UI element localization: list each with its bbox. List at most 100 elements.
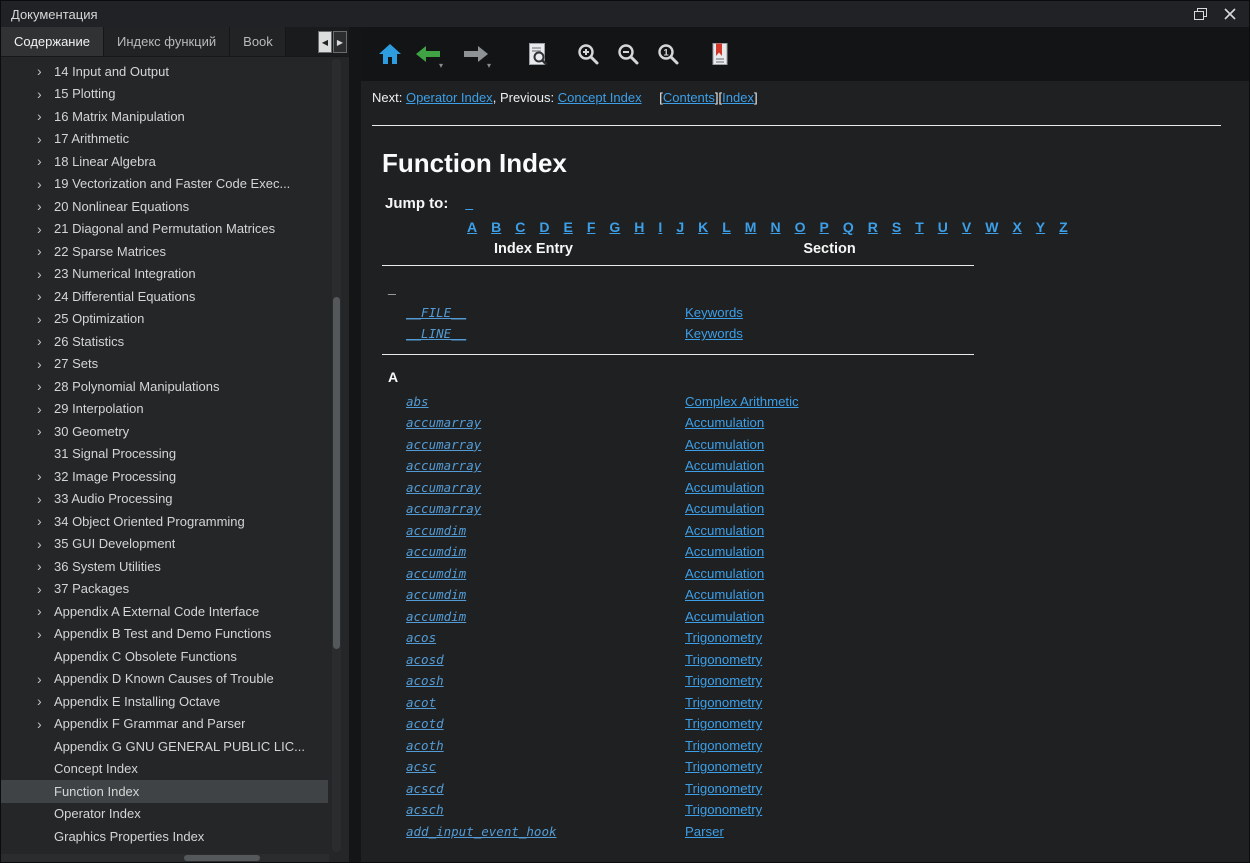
next-link[interactable]: Operator Index: [406, 90, 493, 105]
jump-letter-link[interactable]: E: [564, 219, 573, 235]
section-link[interactable]: Accumulation: [685, 437, 764, 452]
chevron-right-icon[interactable]: ›: [37, 267, 54, 281]
section-link[interactable]: Accumulation: [685, 566, 764, 581]
jump-letter-link[interactable]: F: [587, 219, 596, 235]
sidebar-item[interactable]: Appendix G GNU GENERAL PUBLIC LIC...: [1, 735, 328, 758]
jump-letter-link[interactable]: A: [467, 219, 477, 235]
sidebar-item[interactable]: ›32 Image Processing: [1, 465, 328, 488]
function-link[interactable]: acot: [406, 695, 436, 710]
sidebar-item[interactable]: ›23 Numerical Integration: [1, 263, 328, 286]
chevron-right-icon[interactable]: ›: [37, 244, 54, 258]
bookmark-button[interactable]: [703, 37, 737, 71]
jump-letter-link[interactable]: R: [868, 219, 878, 235]
sidebar-item[interactable]: Operator Index: [1, 803, 328, 826]
jump-letter-link[interactable]: M: [745, 219, 757, 235]
chevron-right-icon[interactable]: ›: [37, 604, 54, 618]
zoom-in-button[interactable]: [571, 37, 605, 71]
jump-letter-underscore-link[interactable]: _: [465, 195, 473, 211]
sidebar-item[interactable]: ›14 Input and Output: [1, 60, 328, 83]
jump-letter-link[interactable]: K: [698, 219, 708, 235]
chevron-right-icon[interactable]: ›: [37, 717, 54, 731]
chevron-right-icon[interactable]: ›: [37, 514, 54, 528]
sidebar-item[interactable]: ›Appendix A External Code Interface: [1, 600, 328, 623]
zoom-original-button[interactable]: 1: [651, 37, 685, 71]
section-link[interactable]: Accumulation: [685, 587, 764, 602]
chevron-right-icon[interactable]: ›: [37, 64, 54, 78]
sidebar-item[interactable]: ›Appendix B Test and Demo Functions: [1, 623, 328, 646]
section-link[interactable]: Accumulation: [685, 415, 764, 430]
function-link[interactable]: add_input_event_hook: [406, 824, 557, 839]
sidebar-item[interactable]: ›37 Packages: [1, 578, 328, 601]
jump-letter-link[interactable]: X: [1012, 219, 1021, 235]
jump-letter-link[interactable]: U: [938, 219, 948, 235]
section-link[interactable]: Accumulation: [685, 609, 764, 624]
section-link[interactable]: Trigonometry: [685, 738, 762, 753]
forward-button[interactable]: ▾: [459, 37, 493, 71]
splitter-handle[interactable]: [349, 27, 361, 862]
section-link[interactable]: Keywords: [685, 326, 743, 341]
sidebar-item[interactable]: ›Appendix F Grammar and Parser: [1, 713, 328, 736]
sidebar-item[interactable]: Appendix C Obsolete Functions: [1, 645, 328, 668]
function-link[interactable]: __LINE__: [406, 326, 466, 341]
function-link[interactable]: accumdim: [406, 566, 466, 581]
home-button[interactable]: [373, 37, 407, 71]
sidebar-item[interactable]: ›Appendix E Installing Octave: [1, 690, 328, 713]
jump-letter-link[interactable]: I: [658, 219, 662, 235]
sidebar-item[interactable]: ›21 Diagonal and Permutation Matrices: [1, 218, 328, 241]
section-link[interactable]: Trigonometry: [685, 652, 762, 667]
function-link[interactable]: abs: [406, 394, 429, 409]
sidebar-item[interactable]: ›18 Linear Algebra: [1, 150, 328, 173]
horizontal-scrollbar-thumb[interactable]: [184, 855, 260, 861]
function-link[interactable]: accumarray: [406, 501, 481, 516]
jump-letter-link[interactable]: Q: [843, 219, 854, 235]
section-link[interactable]: Trigonometry: [685, 716, 762, 731]
section-link[interactable]: Accumulation: [685, 458, 764, 473]
jump-letter-link[interactable]: J: [676, 219, 684, 235]
chevron-right-icon[interactable]: ›: [37, 379, 54, 393]
sidebar-item[interactable]: ›33 Audio Processing: [1, 488, 328, 511]
chevron-right-icon[interactable]: ›: [37, 672, 54, 686]
section-link[interactable]: Parser: [685, 824, 724, 839]
tab[interactable]: Book: [230, 27, 286, 56]
jump-letter-link[interactable]: T: [915, 219, 924, 235]
sidebar-item[interactable]: Graphics Properties Index: [1, 825, 328, 848]
chevron-right-icon[interactable]: ›: [37, 154, 54, 168]
sidebar-item[interactable]: ›Appendix D Known Causes of Trouble: [1, 668, 328, 691]
function-link[interactable]: accumdim: [406, 609, 466, 624]
previous-link[interactable]: Concept Index: [558, 90, 642, 105]
jump-letter-link[interactable]: C: [515, 219, 525, 235]
chevron-right-icon[interactable]: ›: [37, 492, 54, 506]
close-button[interactable]: [1219, 4, 1241, 24]
function-link[interactable]: accumarray: [406, 458, 481, 473]
chevron-right-icon[interactable]: ›: [37, 424, 54, 438]
tab-scroll-left-button[interactable]: ◀: [318, 31, 332, 53]
forward-dropdown-icon[interactable]: ▾: [487, 61, 491, 70]
back-dropdown-icon[interactable]: ▾: [439, 61, 443, 70]
section-link[interactable]: Accumulation: [685, 523, 764, 538]
chevron-right-icon[interactable]: ›: [37, 694, 54, 708]
function-link[interactable]: acosh: [406, 673, 444, 688]
chevron-right-icon[interactable]: ›: [37, 289, 54, 303]
jump-letter-link[interactable]: W: [985, 219, 998, 235]
function-link[interactable]: acosd: [406, 652, 444, 667]
sidebar-item[interactable]: ›16 Matrix Manipulation: [1, 105, 328, 128]
jump-letter-link[interactable]: P: [819, 219, 828, 235]
tab[interactable]: Содержание: [1, 27, 104, 56]
function-link[interactable]: acoth: [406, 738, 444, 753]
jump-letter-link[interactable]: B: [491, 219, 501, 235]
sidebar-item[interactable]: ›19 Vectorization and Faster Code Exec..…: [1, 173, 328, 196]
chevron-right-icon[interactable]: ›: [37, 199, 54, 213]
sidebar-item[interactable]: ›35 GUI Development: [1, 533, 328, 556]
function-link[interactable]: accumdim: [406, 544, 466, 559]
tab-scroll-right-button[interactable]: ▶: [333, 31, 347, 53]
function-link[interactable]: accumdim: [406, 523, 466, 538]
sidebar-item[interactable]: ›20 Nonlinear Equations: [1, 195, 328, 218]
sidebar-vertical-scrollbar[interactable]: [332, 59, 341, 852]
sidebar-item[interactable]: ›22 Sparse Matrices: [1, 240, 328, 263]
tab[interactable]: Индекс функций: [104, 27, 230, 56]
chevron-right-icon[interactable]: ›: [37, 537, 54, 551]
contents-link[interactable]: Contents: [663, 90, 715, 105]
section-link[interactable]: Trigonometry: [685, 673, 762, 688]
chevron-right-icon[interactable]: ›: [37, 177, 54, 191]
sidebar-horizontal-scrollbar[interactable]: [1, 854, 329, 862]
